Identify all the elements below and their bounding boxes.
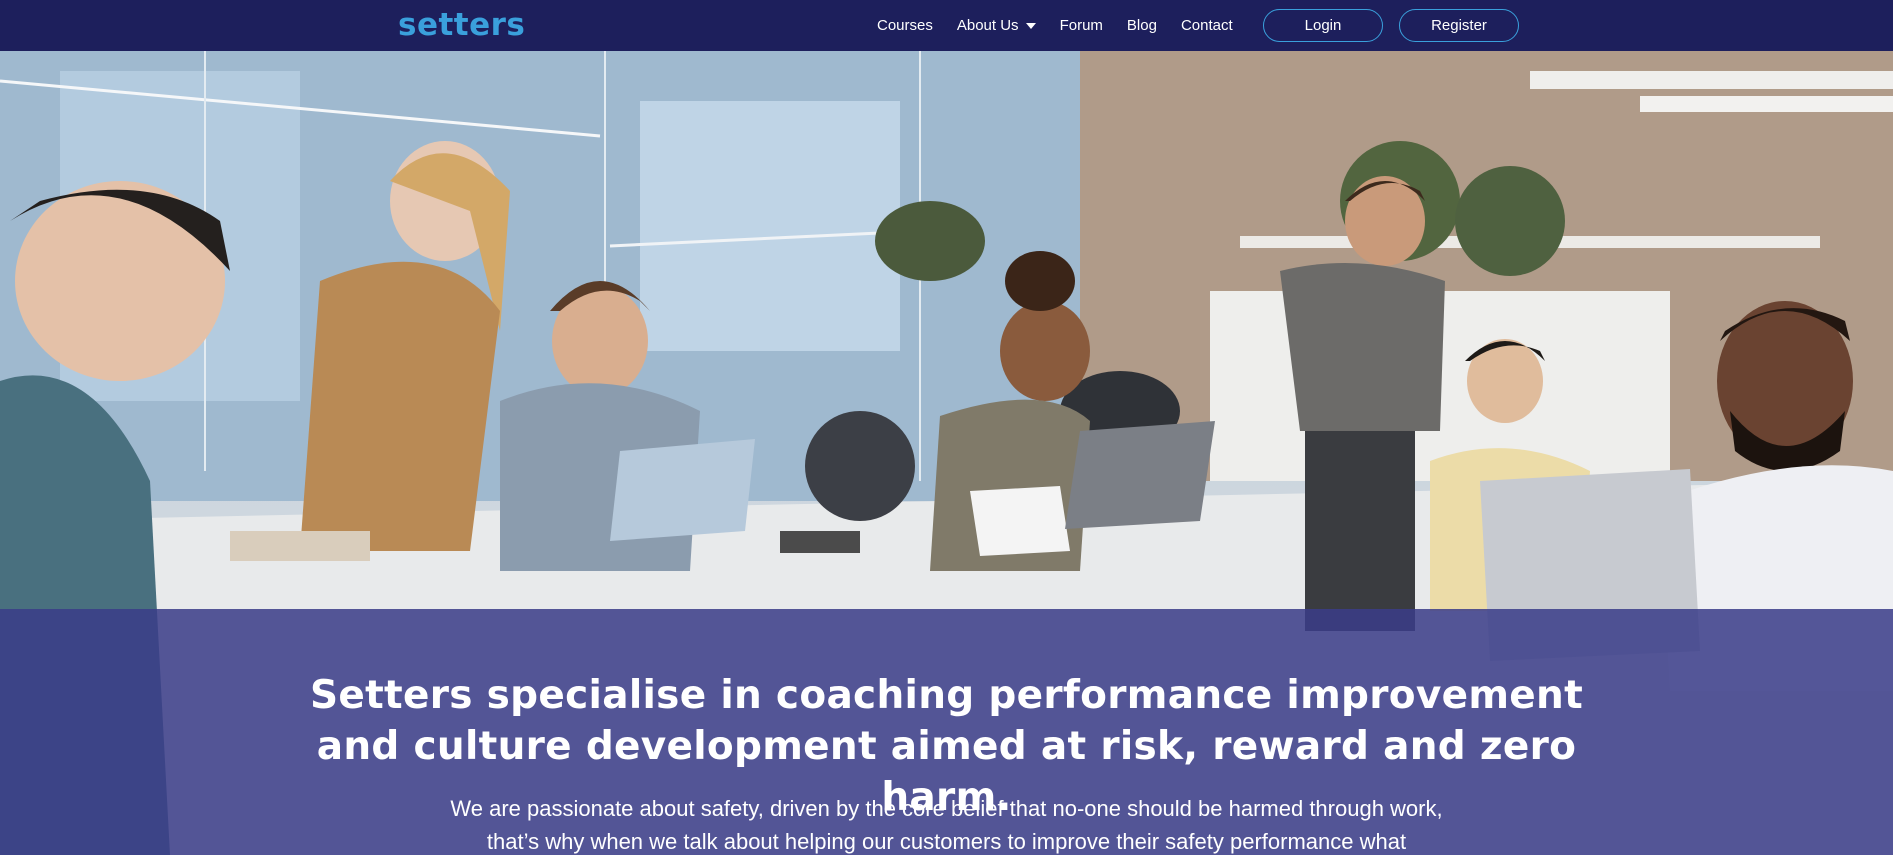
setters-logo[interactable]: setters (398, 6, 525, 44)
nav-contact-link[interactable]: Contact (1181, 17, 1233, 34)
hero-body-text: We are passionate about safety, driven b… (450, 796, 1443, 854)
login-button[interactable]: Login (1263, 9, 1383, 42)
nav-forum-link[interactable]: Forum (1060, 17, 1103, 34)
nav-courses-label: Courses (877, 17, 933, 34)
register-button[interactable]: Register (1399, 9, 1519, 42)
chevron-down-icon (1025, 22, 1036, 29)
nav-about-us-link[interactable]: About Us (957, 17, 1036, 34)
nav-blog-label: Blog (1126, 17, 1157, 34)
top-navbar: setters Courses About Us Forum Blog Cont… (0, 0, 1893, 51)
nav-courses-link[interactable]: Courses (877, 17, 933, 34)
nav-contact-label: Contact (1180, 17, 1233, 34)
hero-overlay: Setters specialise in coaching performan… (0, 609, 1893, 855)
main-nav: Courses About Us Forum Blog Contact (877, 0, 1257, 51)
nav-blog-link[interactable]: Blog (1127, 17, 1157, 34)
nav-about-us-label: About Us (956, 17, 1019, 34)
nav-forum-label: Forum (1059, 17, 1103, 34)
